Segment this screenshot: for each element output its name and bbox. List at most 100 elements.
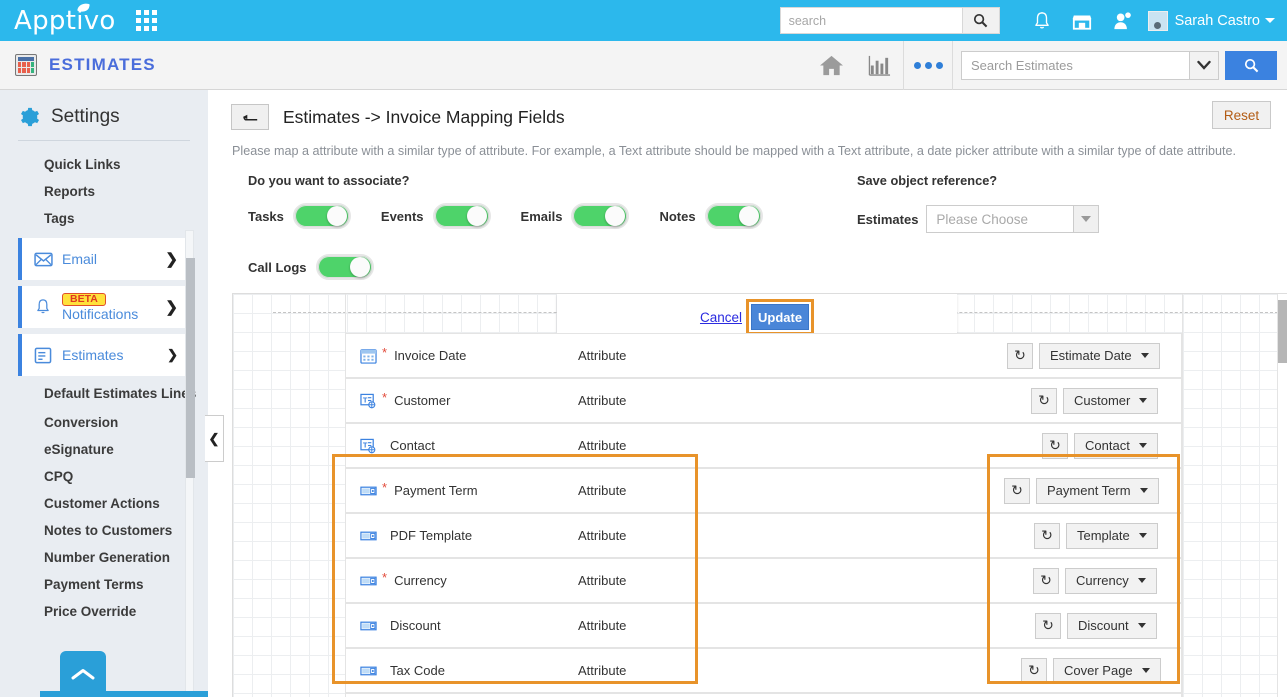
sidebar-item-estimates[interactable]: Estimates ❯ bbox=[18, 334, 190, 376]
table-row[interactable]: T Contact Attribute ↻ Contact bbox=[345, 423, 1182, 468]
sidebar-item-tags[interactable]: Tags bbox=[0, 205, 208, 232]
toggle-switch[interactable] bbox=[293, 203, 351, 229]
associate-section-title: Do you want to associate? bbox=[248, 173, 793, 188]
undo-icon[interactable]: ↻ bbox=[1031, 388, 1057, 414]
update-button[interactable]: Update bbox=[751, 304, 809, 330]
table-row[interactable]: Discount Attribute ↻ Discount bbox=[345, 603, 1182, 648]
chevron-right-icon: ❯ bbox=[165, 298, 178, 316]
caret-down-icon[interactable] bbox=[1073, 205, 1099, 233]
helper-text: Please map a attribute with a similar ty… bbox=[208, 130, 1287, 158]
search-icon bbox=[1244, 58, 1259, 73]
table-row[interactable] bbox=[345, 693, 1182, 697]
save-object-select[interactable]: Please Choose bbox=[926, 205, 1099, 233]
sidebar-item-number-generation[interactable]: Number Generation bbox=[0, 544, 208, 571]
attribute-name: Discount bbox=[390, 618, 441, 633]
sidebar-scrollbar-thumb[interactable] bbox=[186, 258, 195, 478]
avatar[interactable] bbox=[1148, 11, 1168, 31]
more-options-button[interactable] bbox=[904, 41, 952, 90]
caret-down-icon bbox=[1142, 668, 1150, 673]
sidebar-item-payment-terms[interactable]: Payment Terms bbox=[0, 571, 208, 598]
mapped-field-dropdown[interactable]: Template bbox=[1066, 523, 1158, 549]
estimates-search-button[interactable] bbox=[1225, 51, 1277, 80]
sidebar-item-conversion[interactable]: Conversion bbox=[0, 409, 208, 436]
table-row[interactable]: * Currency Attribute ↻ Currency bbox=[345, 558, 1182, 603]
cancel-link[interactable]: Cancel bbox=[700, 310, 742, 325]
mapped-field-label: Cover Page bbox=[1064, 663, 1133, 678]
mapped-field-dropdown[interactable]: Estimate Date bbox=[1039, 343, 1160, 369]
toggle-switch[interactable] bbox=[433, 203, 491, 229]
notifications-bell-button[interactable] bbox=[1022, 11, 1062, 31]
reports-button[interactable] bbox=[855, 41, 903, 90]
save-object-select-value[interactable]: Please Choose bbox=[926, 205, 1073, 233]
table-row[interactable]: Tax Code Attribute ↻ Cover Page bbox=[345, 648, 1182, 693]
sidebar-item-cpq[interactable]: CPQ bbox=[0, 463, 208, 490]
application-bar: ESTIMATES bbox=[0, 41, 1287, 90]
table-row[interactable]: * Invoice Date Attribute ↻ Estimate Date bbox=[345, 333, 1182, 378]
toggle-notes[interactable]: Notes bbox=[659, 203, 762, 229]
toggle-switch[interactable] bbox=[316, 254, 374, 280]
mapped-field-dropdown[interactable]: Discount bbox=[1067, 613, 1157, 639]
sidebar-item-esignature[interactable]: eSignature bbox=[0, 436, 208, 463]
undo-icon[interactable]: ↻ bbox=[1021, 658, 1047, 684]
table-row[interactable]: T * Customer Attribute ↻ Customer bbox=[345, 378, 1182, 423]
save-object-section: Save object reference? Estimates Please … bbox=[857, 173, 1099, 233]
row-controls: ↻ Payment Term bbox=[1004, 478, 1159, 504]
apptivo-logo[interactable]: Apptivo bbox=[14, 8, 116, 34]
sidebar-item-notes-to-customers[interactable]: Notes to Customers bbox=[0, 517, 208, 544]
sidebar-item-notifications[interactable]: BETA Notifications ❯ bbox=[18, 286, 190, 328]
marketplace-button[interactable] bbox=[1062, 11, 1102, 31]
toggle-call-logs[interactable]: Call Logs bbox=[248, 254, 374, 280]
reset-button[interactable]: Reset bbox=[1212, 101, 1271, 129]
app-grid-icon[interactable] bbox=[136, 10, 158, 32]
sidebar-item-quick-links[interactable]: Quick Links bbox=[0, 151, 208, 178]
toggle-switch[interactable] bbox=[571, 203, 629, 229]
row-controls: ↻ Estimate Date bbox=[1007, 343, 1160, 369]
undo-icon[interactable]: ↻ bbox=[1035, 613, 1061, 639]
table-row[interactable]: PDF Template Attribute ↻ Template bbox=[345, 513, 1182, 558]
user-name-label[interactable]: Sarah Castro bbox=[1175, 13, 1260, 29]
mapped-field-dropdown[interactable]: Contact bbox=[1074, 433, 1158, 459]
top-navigation-bar: Apptivo bbox=[0, 0, 1287, 41]
canvas-scrollbar[interactable] bbox=[1277, 294, 1287, 697]
undo-icon[interactable]: ↻ bbox=[1034, 523, 1060, 549]
undo-icon[interactable]: ↻ bbox=[1033, 568, 1059, 594]
select-field-icon bbox=[358, 484, 378, 497]
toggle-switch[interactable] bbox=[705, 203, 763, 229]
global-search-input[interactable] bbox=[780, 7, 962, 34]
toggle-label: Call Logs bbox=[248, 260, 307, 275]
add-user-button[interactable] bbox=[1102, 11, 1142, 31]
sidebar-item-email[interactable]: Email ❯ bbox=[18, 238, 190, 280]
global-search-button[interactable] bbox=[962, 7, 1000, 34]
sidebar-item-price-override[interactable]: Price Override bbox=[0, 598, 208, 625]
mapped-field-dropdown[interactable]: Customer bbox=[1063, 388, 1158, 414]
attribute-type: Attribute bbox=[578, 348, 626, 363]
sidebar-item-customer-actions[interactable]: Customer Actions bbox=[0, 490, 208, 517]
required-indicator: * bbox=[382, 346, 387, 359]
estimates-search-input[interactable] bbox=[961, 51, 1189, 80]
chevron-down-icon bbox=[1197, 60, 1211, 70]
home-button[interactable] bbox=[807, 41, 855, 90]
canvas-scrollbar-thumb[interactable] bbox=[1278, 300, 1287, 363]
row-controls: ↻ Template bbox=[1034, 523, 1158, 549]
toggle-emails[interactable]: Emails bbox=[521, 203, 630, 229]
sidebar-scrollbar[interactable] bbox=[185, 230, 194, 697]
mapped-field-dropdown[interactable]: Payment Term bbox=[1036, 478, 1159, 504]
estimates-search-dropdown[interactable] bbox=[1189, 51, 1219, 80]
undo-icon[interactable]: ↻ bbox=[1042, 433, 1068, 459]
toggle-events[interactable]: Events bbox=[381, 203, 491, 229]
mapped-field-dropdown[interactable]: Cover Page bbox=[1053, 658, 1161, 684]
sidebar-item-reports[interactable]: Reports bbox=[0, 178, 208, 205]
user-menu-caret-down-icon[interactable] bbox=[1265, 18, 1275, 23]
calendar-icon bbox=[358, 348, 378, 364]
undo-icon[interactable]: ↻ bbox=[1004, 478, 1030, 504]
sidebar-item-default-estimates-lines[interactable]: Default Estimates Lines bbox=[0, 382, 208, 409]
back-button[interactable] bbox=[231, 104, 269, 130]
mapped-field-dropdown[interactable]: Currency bbox=[1065, 568, 1157, 594]
undo-icon[interactable]: ↻ bbox=[1007, 343, 1033, 369]
home-icon bbox=[819, 54, 844, 77]
toggle-tasks[interactable]: Tasks bbox=[248, 203, 351, 229]
bar-chart-icon bbox=[868, 54, 891, 77]
attribute-name: Payment Term bbox=[394, 483, 478, 498]
table-row[interactable]: * Payment Term Attribute ↻ Payment Term bbox=[345, 468, 1182, 513]
sidebar-collapse-button[interactable]: ❮ bbox=[205, 415, 224, 462]
